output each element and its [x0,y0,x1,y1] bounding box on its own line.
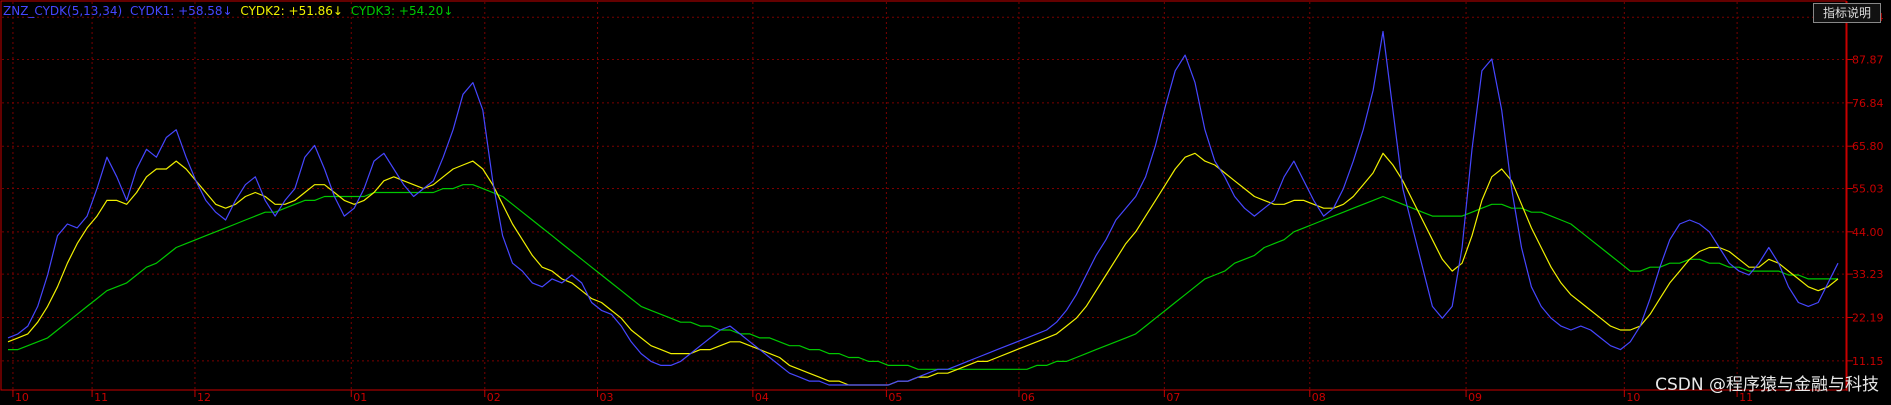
x-tick-label: 10 [1626,391,1640,404]
indicator-info-button[interactable]: 指标说明 [1813,3,1881,23]
series-lines [7,30,1839,386]
x-tick-label: 05 [888,391,902,404]
x-axis-labels: 10 11 12 01 02 03 04 05 06 07 08 09 10 11 [12,390,1753,404]
cydk3-value: CYDK3: +54.20↓ [350,4,454,18]
y-tick-label: 44.00 [1852,226,1884,239]
indicator-name: ZNZ_CYDK(5,13,34) [3,4,123,18]
x-tick-label: 03 [600,391,614,404]
y-tick-label: 76.84 [1852,97,1884,110]
y-tick-label: 87.87 [1852,54,1884,67]
x-tick-label: 06 [1021,391,1035,404]
indicator-chart: 1011120102030405060708091011 98.6487.877… [0,0,1884,404]
x-tick-label: 10 [15,391,29,404]
x-tick-label: 04 [755,391,769,404]
x-tick-label: 08 [1312,391,1326,404]
grid [2,2,1846,389]
y-tick-label: 65.80 [1852,140,1884,153]
y-tick-label: 33.23 [1852,268,1884,281]
x-tick-label: 07 [1166,391,1180,404]
indicator-header: ZNZ_CYDK(5,13,34) CYDK1: +58.58↓ CYDK2: … [3,4,457,18]
y-tick-label: 55.03 [1852,182,1884,195]
x-tick-label: 02 [487,391,501,404]
x-tick-label: 11 [94,391,108,404]
x-tick-label: 01 [353,391,367,404]
watermark: CSDN @程序猿与金融与科技 [1655,375,1879,395]
y-axis-labels: 98.6487.8776.8465.8055.0344.0033.2322.19… [1847,11,1884,368]
series-line-cydk3 [8,184,1838,370]
x-tick-label: 12 [197,391,211,404]
series-line-cydk1 [7,30,1839,386]
y-tick-label: 22.19 [1852,311,1884,324]
cydk2-value: CYDK2: +51.86↓ [240,4,343,18]
x-tick-label: 09 [1468,391,1482,404]
cydk1-value: CYDK1: +58.58↓ [130,4,233,18]
y-tick-label: 11.15 [1852,355,1884,368]
